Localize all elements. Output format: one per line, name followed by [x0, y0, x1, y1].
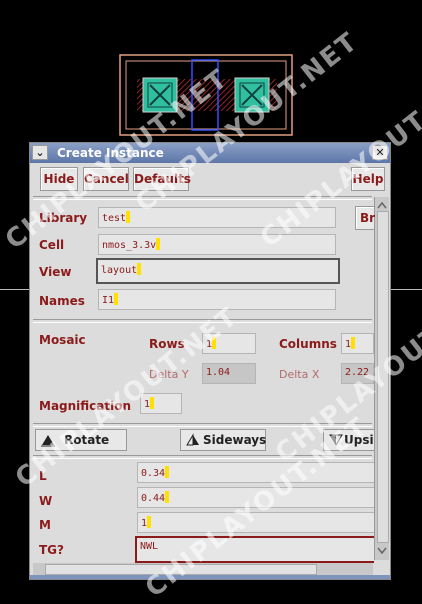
columns-field[interactable]: 1: [341, 333, 374, 354]
library-value: test: [102, 213, 127, 224]
view-label: View: [39, 265, 72, 279]
view-value: layout: [101, 265, 138, 276]
guide-line-right: [391, 289, 422, 290]
w-label: W: [39, 494, 53, 508]
delta-y-field: 1.04: [202, 363, 256, 384]
guide-line-left: [0, 289, 29, 290]
mosaic-label: Mosaic: [39, 333, 86, 347]
browse-button[interactable]: Br: [355, 206, 375, 230]
tg-label: TG?: [39, 543, 64, 557]
delta-x-label: Delta X: [279, 368, 320, 381]
columns-label: Columns: [279, 337, 337, 351]
l-field[interactable]: 0.34: [137, 462, 374, 483]
tg-value: NWL: [140, 541, 159, 552]
names-label: Names: [39, 294, 85, 308]
sideways-button[interactable]: Sideways: [180, 429, 266, 451]
view-field[interactable]: layout: [96, 258, 340, 284]
sideways-label: Sideways: [203, 433, 267, 447]
create-instance-dialog: ⌄ Create Instance ✕ Hide Cancel Defaults…: [29, 142, 391, 580]
cell-label: Cell: [39, 238, 65, 252]
m-label: M: [39, 518, 51, 532]
dialog-bottom-bar: [30, 575, 390, 579]
chevron-down-icon[interactable]: ⌄: [32, 145, 48, 160]
w-value: 0.44: [141, 493, 166, 504]
names-value: I1: [102, 295, 115, 306]
sideways-icon: [186, 433, 199, 446]
cell-value: nmos_3.3v: [102, 240, 157, 251]
l-value: 0.34: [141, 468, 166, 479]
cell-field[interactable]: nmos_3.3v: [98, 234, 336, 255]
delta-y-value: 1.04: [206, 367, 231, 378]
